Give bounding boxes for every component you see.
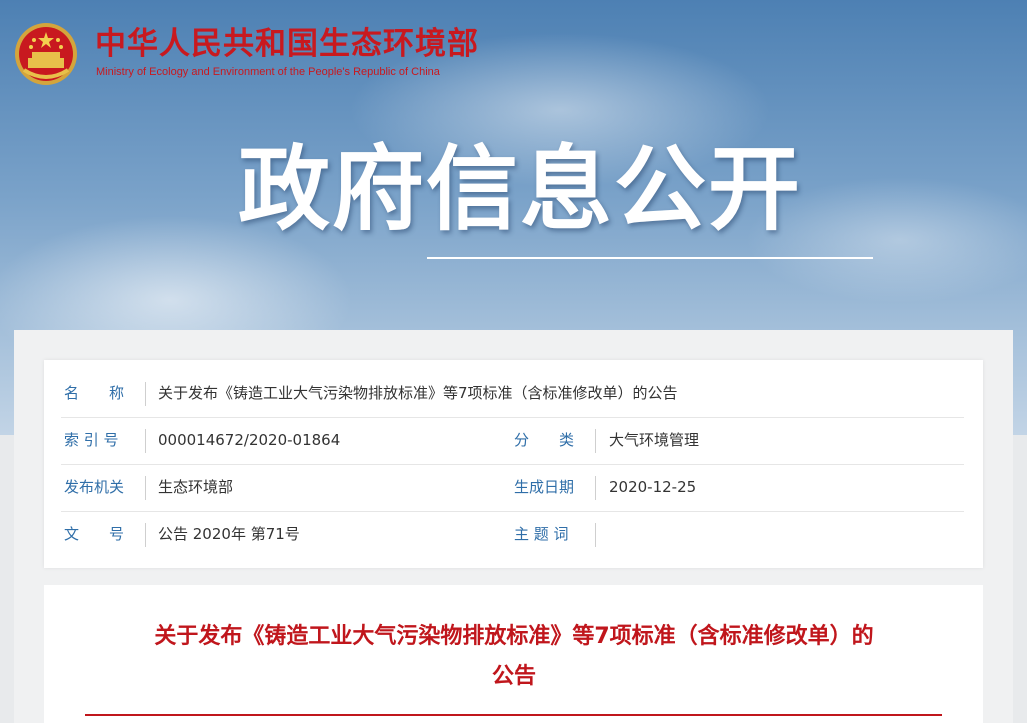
date-value: 2020-12-25 bbox=[609, 478, 697, 496]
national-emblem-icon bbox=[15, 23, 77, 85]
divider bbox=[145, 429, 146, 453]
divider bbox=[145, 382, 146, 406]
metadata-table: 名 称 关于发布《铸造工业大气污染物排放标准》等7项标准（含标准修改单）的公告 … bbox=[44, 360, 983, 568]
divider bbox=[595, 429, 596, 453]
metadata-row-name: 名 称 关于发布《铸造工业大气污染物排放标准》等7项标准（含标准修改单）的公告 bbox=[61, 370, 964, 418]
doc-number-value: 公告 2020年 第71号 bbox=[158, 525, 300, 543]
divider bbox=[145, 523, 146, 547]
doc-number-label: 文 号 bbox=[64, 525, 125, 543]
index-value: 000014672/2020-01864 bbox=[158, 431, 341, 449]
metadata-row-issuer: 发布机关 生态环境部 生成日期 2020-12-25 bbox=[61, 464, 964, 512]
article-panel: 关于发布《铸造工业大气污染物排放标准》等7项标准（含标准修改单）的公告 bbox=[44, 585, 983, 723]
metadata-row-docnumber: 文 号 公告 2020年 第71号 主 题 词 bbox=[61, 511, 964, 558]
issuer-value: 生态环境部 bbox=[158, 478, 234, 496]
category-label: 分 类 bbox=[514, 431, 575, 449]
name-value: 关于发布《铸造工业大气污染物排放标准》等7项标准（含标准修改单）的公告 bbox=[158, 384, 678, 402]
divider bbox=[595, 523, 596, 547]
site-subtitle: Ministry of Ecology and Environment of t… bbox=[96, 66, 440, 78]
keywords-label: 主 题 词 bbox=[514, 525, 569, 543]
page-title: 政府信息公开 bbox=[238, 136, 803, 243]
metadata-row-index: 索 引 号 000014672/2020-01864 分 类 大气环境管理 bbox=[61, 417, 964, 465]
index-label: 索 引 号 bbox=[64, 431, 119, 449]
article-title: 关于发布《铸造工业大气污染物排放标准》等7项标准（含标准修改单）的公告 bbox=[154, 624, 874, 689]
name-label: 名 称 bbox=[64, 384, 125, 402]
title-underline bbox=[427, 257, 873, 259]
date-label: 生成日期 bbox=[514, 478, 575, 496]
divider bbox=[595, 476, 596, 500]
divider bbox=[145, 476, 146, 500]
category-value: 大气环境管理 bbox=[609, 431, 700, 449]
site-title[interactable]: 中华人民共和国生态环境部 bbox=[95, 26, 479, 62]
title-rule bbox=[85, 714, 942, 716]
issuer-label: 发布机关 bbox=[64, 478, 125, 496]
